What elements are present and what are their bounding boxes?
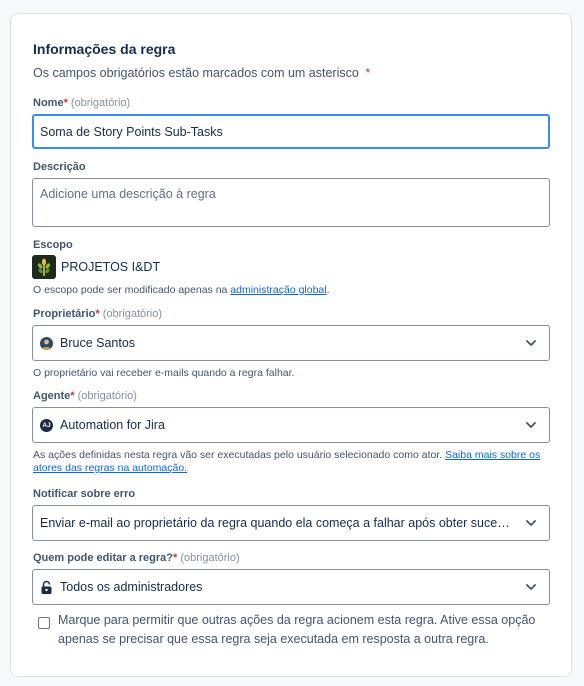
editors-label: Quem pode editar a regra?* (obrigatório) <box>33 552 240 564</box>
agent-optional-hint: (obrigatório) <box>77 390 137 402</box>
agent-help: As ações definidas nesta regra vão ser e… <box>33 449 549 475</box>
scope-help: O escopo pode ser modificado apenas na a… <box>33 284 330 297</box>
name-label-text: Nome <box>33 97 64 109</box>
name-optional-hint: (obrigatório) <box>70 97 131 109</box>
chevron-down-icon[interactable] <box>519 511 543 535</box>
allow-trigger-checkbox[interactable] <box>38 617 50 629</box>
agent-avatar-wrap: AJ <box>40 418 53 432</box>
owner-value: Bruce Santos <box>60 336 136 350</box>
scope-label: Escopo <box>33 239 73 251</box>
editors-required-mark: * <box>172 552 178 564</box>
agent-value: Automation for Jira <box>60 418 165 432</box>
owner-label-text: Proprietário <box>33 308 96 320</box>
agent-required-mark: * <box>70 390 75 402</box>
scope-help-text: O escopo pode ser modificado apenas na <box>33 284 231 296</box>
lock-icon <box>40 580 53 595</box>
editors-label-text: Quem pode editar a regra? <box>33 552 173 564</box>
editors-value: Todos os administradores <box>60 580 203 594</box>
scope-project: PROJETOS I&DT <box>32 255 160 279</box>
agent-select[interactable]: AJ Automation for Jira <box>32 407 550 443</box>
notify-select[interactable]: Enviar e-mail ao proprietário da regra q… <box>32 505 550 541</box>
chevron-down-icon[interactable] <box>519 331 543 355</box>
agent-label: Agente* (obrigatório) <box>33 390 137 402</box>
description-textarea[interactable]: Adicione uma descrição à regra <box>32 178 550 227</box>
owner-required-mark: * <box>95 308 100 320</box>
global-admin-link[interactable]: administração global <box>230 284 326 296</box>
editors-optional-hint: (obrigatório) <box>180 552 240 564</box>
section-title: Informações da regra <box>33 41 176 57</box>
name-label: Nome* (obrigatório) <box>33 97 130 109</box>
scope-project-name: PROJETOS I&DT <box>61 260 161 274</box>
agent-label-text: Agente <box>33 390 71 402</box>
owner-avatar-wrap <box>40 336 53 350</box>
notify-value: Enviar e-mail ao proprietário da regra q… <box>40 516 517 530</box>
notify-label: Notificar sobre erro <box>33 488 136 500</box>
description-label: Descrição <box>33 161 86 173</box>
rule-name-input[interactable]: Soma de Story Points Sub-Tasks <box>32 114 550 149</box>
agent-help-text: As ações definidas nesta regra vão ser e… <box>33 449 446 461</box>
description-placeholder: Adicione uma descrição à regra <box>40 187 216 201</box>
required-fields-note: Os campos obrigatórios estão marcados co… <box>33 66 370 80</box>
rule-details-card: Informações da regra Os campos obrigatór… <box>10 13 572 677</box>
required-asterisk: * <box>365 66 371 80</box>
owner-label: Proprietário* (obrigatório) <box>33 308 162 320</box>
chevron-down-icon[interactable] <box>519 413 543 437</box>
required-fields-text: Os campos obrigatórios estão marcados co… <box>33 66 359 80</box>
editors-select[interactable]: Todos os administradores <box>32 569 550 605</box>
automation-avatar-icon: AJ <box>40 418 53 432</box>
project-wheat-icon <box>32 255 56 279</box>
owner-help: O proprietário vai receber e-mails quand… <box>33 367 295 379</box>
owner-select[interactable]: Bruce Santos <box>32 325 550 361</box>
user-avatar-icon <box>40 336 53 350</box>
owner-optional-hint: (obrigatório) <box>102 308 163 320</box>
chevron-down-icon[interactable] <box>519 575 543 599</box>
checkbox-box[interactable] <box>38 617 50 629</box>
allow-trigger-label[interactable]: Marque para permitir que outras ações da… <box>58 611 548 649</box>
name-required-mark: * <box>63 97 68 109</box>
scope-help-suffix: . <box>326 284 330 296</box>
rule-name-value: Soma de Story Points Sub-Tasks <box>40 124 223 139</box>
